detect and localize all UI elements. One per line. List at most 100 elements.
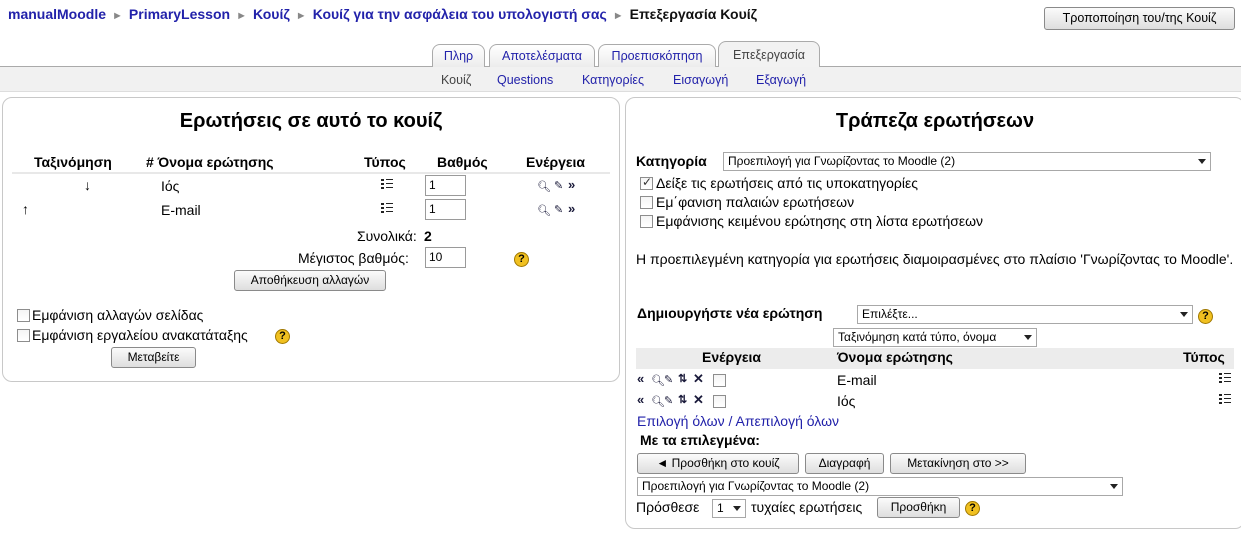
show-reorder-tool-checkbox[interactable] bbox=[17, 329, 30, 342]
max-grade-input[interactable]: 10 bbox=[425, 247, 466, 268]
preview-icon[interactable]: 🔍︎ bbox=[537, 180, 551, 193]
max-grade-label: Μέγιστος βαθμός: bbox=[298, 250, 409, 266]
breadcrumb-link-quizzes[interactable]: Κουίζ bbox=[253, 6, 290, 22]
preview-icon[interactable]: 🔍︎ bbox=[651, 395, 665, 408]
show-subcategories-label: Δείξε τις ερωτήσεις από τις υποκατηγορίε… bbox=[656, 175, 918, 191]
show-subcategories-checkbox[interactable] bbox=[640, 175, 653, 190]
category-select[interactable]: Προεπιλογή για Γνωρίζοντας το Moodle (2) bbox=[723, 152, 1211, 171]
col-order: Ταξινόμηση bbox=[34, 154, 112, 170]
breadcrumb-separator: ► bbox=[295, 10, 307, 22]
col-type: Τύπος bbox=[364, 154, 406, 170]
delete-button[interactable]: Διαγραφή bbox=[805, 453, 884, 474]
breadcrumb-separator: ► bbox=[236, 10, 247, 22]
delete-icon[interactable]: ✕ bbox=[693, 371, 704, 387]
show-old-questions-checkbox[interactable] bbox=[640, 196, 653, 209]
grade-input[interactable]: 1 bbox=[425, 175, 466, 196]
create-question-select[interactable]: Επιλέξτε... bbox=[857, 305, 1193, 324]
sort-select[interactable]: Ταξινόμηση κατά τύπο, όνομα bbox=[833, 328, 1037, 347]
select-all-link[interactable]: Επιλογή όλων bbox=[637, 413, 725, 429]
tab-info[interactable]: Πληρ bbox=[432, 44, 485, 67]
save-changes-button[interactable]: Αποθήκευση αλλαγών bbox=[234, 270, 386, 291]
help-icon[interactable]: ? bbox=[514, 252, 529, 267]
add-to-quiz-button[interactable]: ◄ Προσθήκη στο κουίζ bbox=[637, 453, 799, 474]
total-label: Συνολικά: bbox=[357, 228, 417, 244]
multichoice-type-icon bbox=[381, 179, 393, 190]
total-value: 2 bbox=[424, 228, 432, 244]
breadcrumb: manualMoodle ► PrimaryLesson ► Κουίζ ► Κουίζ γ… bbox=[8, 6, 757, 22]
deselect-all-link[interactable]: Απεπιλογή όλων bbox=[736, 413, 840, 429]
quiz-question-name: Ιός bbox=[161, 178, 180, 194]
edit-icon[interactable]: ✎ bbox=[664, 394, 673, 407]
chevron-down-icon bbox=[1198, 159, 1206, 164]
show-reorder-tool-label: Εμφάνιση εργαλείου ανακατάταξης bbox=[32, 327, 248, 343]
preview-icon[interactable]: 🔍︎ bbox=[537, 204, 551, 217]
col-action: Ενέργεια bbox=[526, 154, 586, 170]
edit-icon[interactable]: ✎ bbox=[554, 203, 563, 216]
random-count-select[interactable]: 1 bbox=[712, 499, 746, 518]
bank-panel-title: Τράπεζα ερωτήσεων bbox=[835, 110, 1035, 132]
breadcrumb-separator: ► bbox=[612, 10, 624, 22]
edit-quiz-settings-button[interactable]: Τροποποίηση του/της Κουίζ bbox=[1044, 7, 1235, 30]
add-to-quiz-icon[interactable]: « bbox=[637, 371, 644, 386]
subtab-quiz[interactable]: Κουίζ bbox=[441, 73, 471, 87]
select-question-checkbox[interactable] bbox=[713, 395, 726, 408]
bank-col-type: Τύπος bbox=[1183, 349, 1225, 365]
tab-edit[interactable]: Επεξεργασία bbox=[718, 41, 820, 67]
tab-results[interactable]: Αποτελέσματα bbox=[489, 44, 595, 67]
delete-icon[interactable]: ✕ bbox=[693, 392, 704, 408]
bank-col-action: Ενέργεια bbox=[702, 349, 762, 365]
category-label: Κατηγορία bbox=[636, 153, 707, 169]
with-selected-label: Με τα επιλεγμένα: bbox=[640, 432, 760, 448]
multichoice-type-icon bbox=[1219, 373, 1231, 384]
move-up-icon[interactable]: ↑ bbox=[22, 201, 29, 217]
breadcrumb-link-lesson[interactable]: PrimaryLesson bbox=[129, 6, 230, 22]
remove-from-quiz-icon[interactable]: » bbox=[568, 201, 575, 216]
chevron-down-icon bbox=[1024, 335, 1032, 340]
breadcrumb-link-course[interactable]: manualMoodle bbox=[8, 6, 106, 22]
grade-input[interactable]: 1 bbox=[425, 199, 466, 220]
add-to-quiz-icon[interactable]: « bbox=[637, 392, 644, 407]
move-target-select[interactable]: Προεπιλογή για Γνωρίζοντας το Moodle (2) bbox=[637, 477, 1123, 496]
tab-preview[interactable]: Προεπισκόπηση bbox=[598, 44, 716, 67]
breadcrumb-link-quiz[interactable]: Κουίζ για την ασφάλεια του υπολογιστή σα… bbox=[313, 6, 607, 22]
help-icon[interactable]: ? bbox=[965, 501, 980, 516]
table-header-divider bbox=[12, 172, 610, 174]
move-down-icon[interactable]: ↓ bbox=[84, 177, 91, 193]
move-icon[interactable]: ⇅ bbox=[678, 393, 687, 406]
show-old-questions-label: Εμ΄φανιση παλαιών ερωτήσεων bbox=[656, 194, 855, 210]
breadcrumb-separator: ► bbox=[112, 10, 123, 22]
bank-col-question-name: Όνομα ερώτησης bbox=[837, 349, 953, 365]
subtab-questions[interactable]: Questions bbox=[497, 73, 553, 87]
help-icon[interactable]: ? bbox=[275, 329, 290, 344]
remove-from-quiz-icon[interactable]: » bbox=[568, 177, 575, 192]
chevron-down-icon bbox=[733, 506, 741, 511]
subtab-categories[interactable]: Κατηγορίες bbox=[582, 73, 644, 87]
subtab-export[interactable]: Εξαγωγή bbox=[756, 73, 806, 87]
bank-question-name: E-mail bbox=[837, 372, 877, 388]
subtab-import[interactable]: Εισαγωγή bbox=[673, 73, 728, 87]
edit-icon[interactable]: ✎ bbox=[554, 179, 563, 192]
show-page-breaks-label: Εμφάνιση αλλαγών σελίδας bbox=[32, 307, 204, 323]
chevron-down-icon bbox=[1110, 484, 1118, 489]
select-links: Επιλογή όλων / Απεπιλογή όλων bbox=[637, 413, 839, 429]
move-to-button[interactable]: Μετακίνηση στο >> bbox=[890, 453, 1026, 474]
bank-question-name: Ιός bbox=[837, 393, 856, 409]
show-question-text-label: Εμφάνισης κειμένου ερώτησης στη λίστα ερ… bbox=[656, 213, 984, 229]
create-question-select-value: Επιλέξτε... bbox=[862, 307, 918, 321]
select-question-checkbox[interactable] bbox=[713, 374, 726, 387]
move-icon[interactable]: ⇅ bbox=[678, 372, 687, 385]
show-page-breaks-checkbox[interactable] bbox=[17, 309, 30, 322]
random-suffix-label: τυχαίες ερωτήσεις bbox=[751, 499, 863, 515]
go-button[interactable]: Μεταβείτε bbox=[111, 347, 196, 368]
multichoice-type-icon bbox=[381, 203, 393, 214]
multichoice-type-icon bbox=[1219, 394, 1231, 405]
preview-icon[interactable]: 🔍︎ bbox=[651, 374, 665, 387]
help-icon[interactable]: ? bbox=[1198, 309, 1213, 324]
add-random-button[interactable]: Προσθήκη bbox=[877, 497, 960, 518]
create-question-label: Δημιουργήστε νέα ερώτηση bbox=[637, 305, 823, 321]
edit-icon[interactable]: ✎ bbox=[664, 373, 673, 386]
random-count-select-value: 1 bbox=[717, 501, 724, 515]
random-prefix-label: Πρόσθεσε bbox=[636, 499, 700, 515]
sort-select-value: Ταξινόμηση κατά τύπο, όνομα bbox=[838, 330, 997, 344]
show-question-text-checkbox[interactable] bbox=[640, 215, 653, 228]
